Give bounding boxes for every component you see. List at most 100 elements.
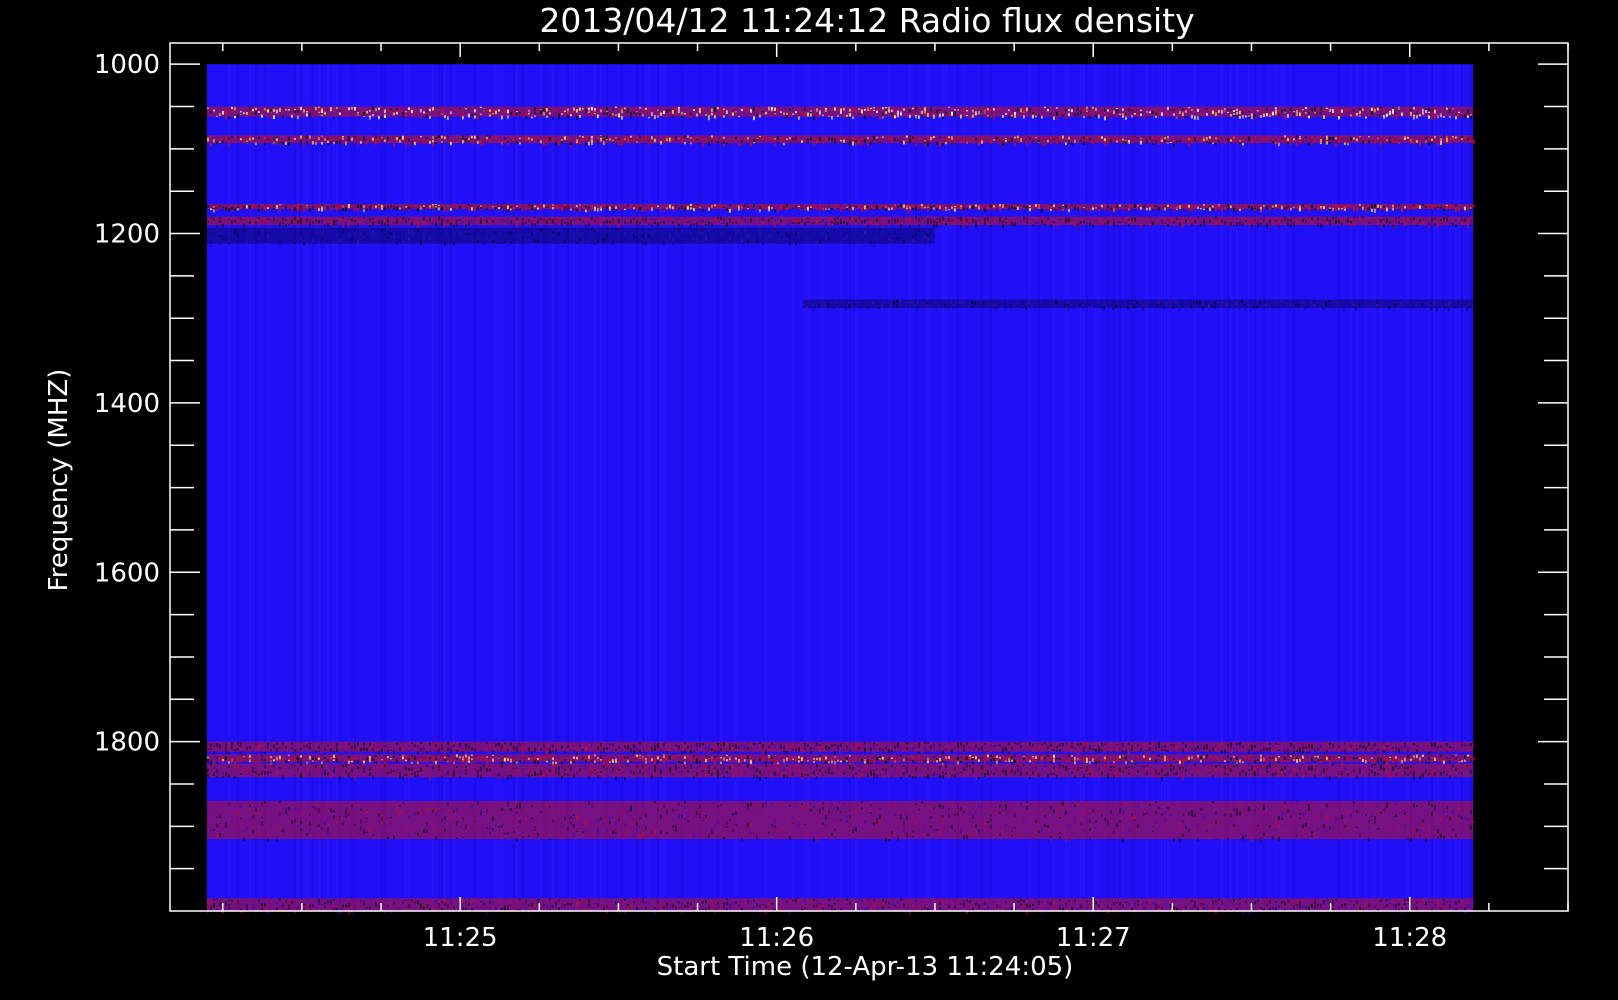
band-pixel xyxy=(665,220,668,223)
band-pixel xyxy=(944,748,947,750)
band-pixel xyxy=(1028,207,1031,212)
band-pixel xyxy=(596,222,599,224)
band-pixel xyxy=(1292,137,1295,139)
band-pixel xyxy=(236,742,239,746)
band-pixel xyxy=(950,208,953,211)
band-pixel xyxy=(629,114,632,119)
band-pixel xyxy=(626,140,629,143)
band-pixel xyxy=(545,230,548,234)
band-pixel xyxy=(1055,301,1058,305)
band-pixel xyxy=(1082,220,1085,224)
band-pixel xyxy=(212,218,215,220)
band-pixel xyxy=(395,217,398,222)
band-pixel xyxy=(1076,206,1079,211)
band-pixel xyxy=(1328,219,1331,222)
band-pixel xyxy=(938,142,941,147)
band-pixel xyxy=(272,230,275,233)
band-pixel xyxy=(230,106,233,110)
band-pixel xyxy=(896,237,899,241)
band-pixel xyxy=(542,107,545,112)
band-pixel xyxy=(1235,108,1238,111)
band-pixel xyxy=(1196,206,1199,209)
band-pixel xyxy=(1313,300,1316,302)
band-pixel xyxy=(1043,220,1046,224)
band-pixel xyxy=(650,112,653,116)
band-pixel xyxy=(539,228,542,232)
band-pixel xyxy=(659,140,662,145)
band-pixel xyxy=(725,217,728,219)
band-pixel xyxy=(332,219,335,223)
band-pixel xyxy=(434,744,437,747)
band-pixel xyxy=(932,237,935,240)
band-pixel xyxy=(569,208,572,211)
band-pixel xyxy=(233,230,236,235)
band-pixel xyxy=(836,300,839,303)
band-pixel xyxy=(1052,138,1055,140)
texture-column xyxy=(437,64,440,912)
band-pixel xyxy=(209,747,212,750)
band-pixel xyxy=(1079,139,1082,142)
band-pixel xyxy=(1124,140,1127,144)
band-pixel xyxy=(1418,300,1421,304)
texture-column xyxy=(383,64,386,912)
band-pixel xyxy=(455,135,458,138)
band-pixel xyxy=(1379,106,1382,109)
band-pixel xyxy=(1313,303,1316,308)
band-pixel xyxy=(737,205,740,209)
band-pixel xyxy=(629,205,632,209)
band-pixel xyxy=(335,218,338,222)
band-pixel xyxy=(263,217,266,221)
band-pixel xyxy=(740,142,743,145)
band-pixel xyxy=(302,208,305,212)
band-pixel xyxy=(380,116,383,119)
band-pixel xyxy=(578,743,581,745)
band-pixel xyxy=(800,112,803,115)
band-pixel xyxy=(1229,300,1232,303)
band-pixel xyxy=(995,109,998,112)
texture-column xyxy=(551,64,554,912)
band-pixel xyxy=(563,110,566,113)
band-pixel xyxy=(956,745,959,749)
band-pixel xyxy=(962,300,965,303)
band-pixel xyxy=(887,232,890,235)
band-pixel xyxy=(896,304,899,308)
band-pixel xyxy=(935,743,938,745)
band-pixel xyxy=(530,223,533,227)
band-pixel xyxy=(1340,111,1343,114)
band-pixel xyxy=(1088,223,1091,226)
band-pixel xyxy=(485,219,488,224)
band-pixel xyxy=(542,112,545,116)
band-pixel xyxy=(980,220,983,223)
band-pixel xyxy=(206,236,209,238)
band-pixel xyxy=(1328,300,1331,303)
band-pixel xyxy=(308,142,311,144)
band-pixel xyxy=(926,142,929,147)
band-pixel xyxy=(344,227,347,231)
band-pixel xyxy=(1190,135,1193,137)
band-pixel xyxy=(1403,222,1406,227)
band-pixel xyxy=(437,223,440,225)
band-pixel xyxy=(734,241,737,244)
band-pixel xyxy=(356,114,359,116)
band-pixel xyxy=(212,746,215,748)
band-pixel xyxy=(812,222,815,224)
band-pixel xyxy=(977,205,980,210)
band-pixel xyxy=(989,140,992,145)
band-pixel xyxy=(875,136,878,139)
band-pixel xyxy=(863,230,866,234)
band-pixel xyxy=(650,217,653,221)
band-pixel xyxy=(443,115,446,119)
band-pixel xyxy=(278,142,281,146)
band-pixel xyxy=(275,138,278,141)
band-pixel xyxy=(995,204,998,207)
band-pixel xyxy=(821,742,824,745)
band-pixel xyxy=(614,106,617,109)
band-pixel xyxy=(1415,224,1418,227)
band-pixel xyxy=(734,745,737,749)
band-pixel xyxy=(686,111,689,116)
band-pixel xyxy=(242,228,245,232)
band-pixel xyxy=(1016,114,1019,118)
band-pixel xyxy=(449,231,452,236)
band-pixel xyxy=(803,241,806,243)
band-pixel xyxy=(1019,138,1022,142)
